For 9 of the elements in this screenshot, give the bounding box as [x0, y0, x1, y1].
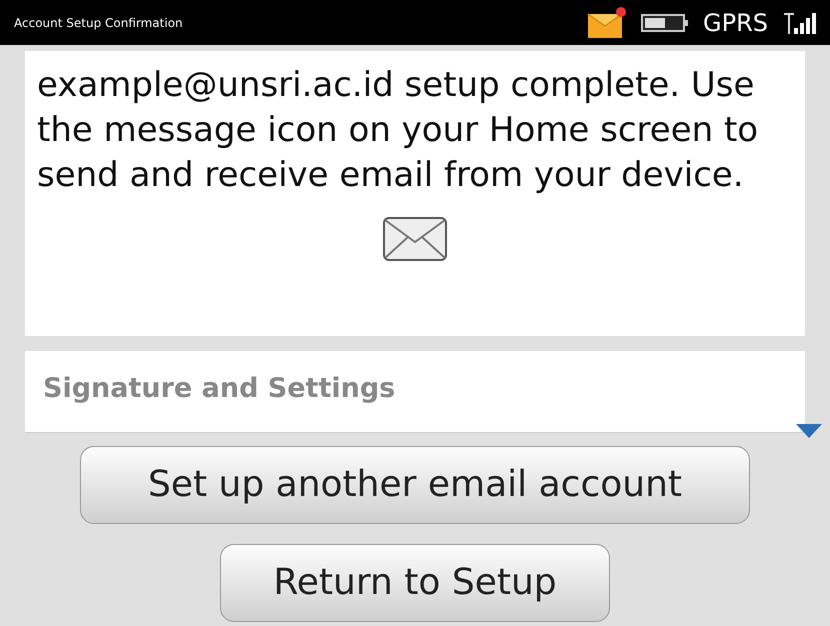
network-label: GPRS: [703, 8, 768, 38]
battery-icon: [641, 12, 690, 32]
action-button[interactable]: Return to Setup: [220, 544, 610, 622]
setup-message: example@unsri.ac.id setup complete. Use the message icon on your Home screen to send and receive email from your device.: [37, 64, 760, 197]
section-title: Signature and Settings: [43, 373, 396, 404]
scroll-down-icon: [795, 423, 823, 439]
screen-title: Account Setup Confirmation: [14, 14, 184, 32]
action-button[interactable]: Set up another email account: [80, 446, 750, 524]
envelope-icon: [382, 216, 448, 262]
